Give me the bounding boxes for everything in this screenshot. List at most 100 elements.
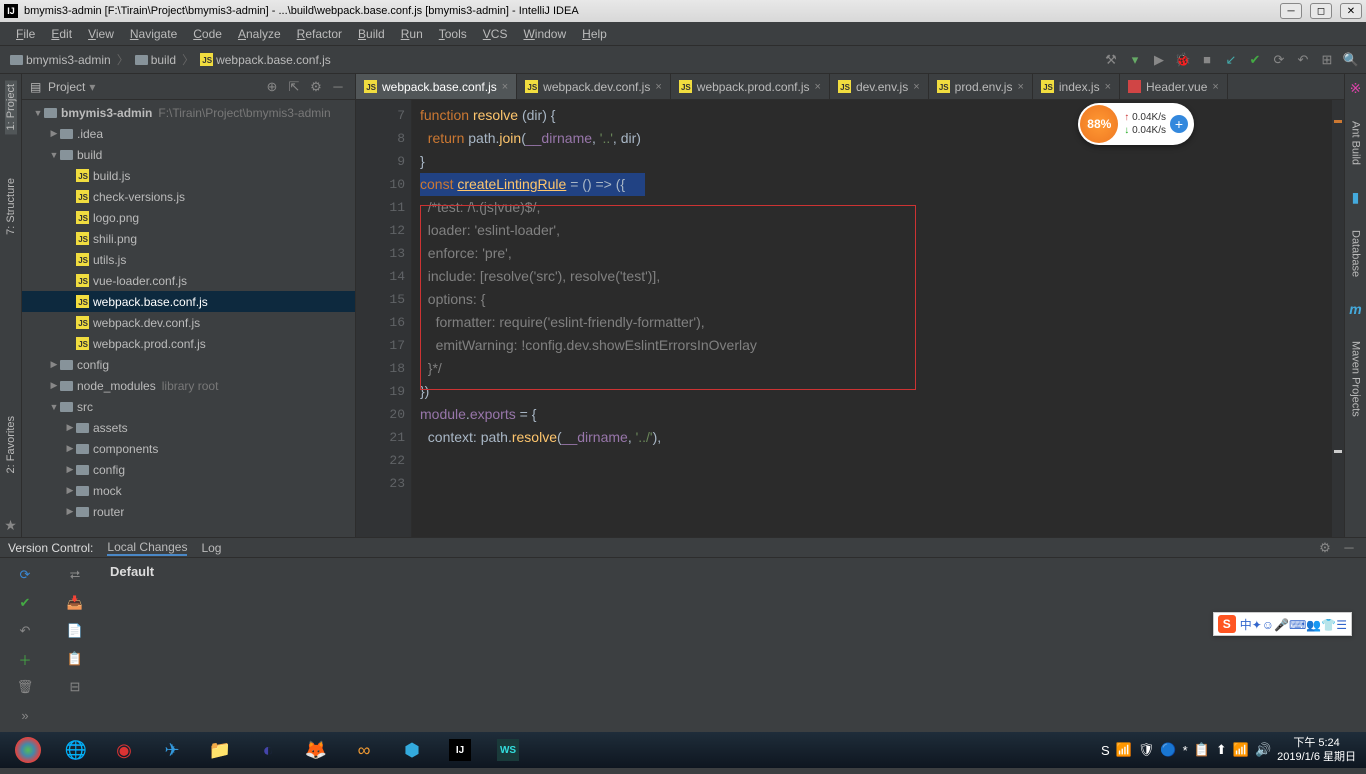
- build-icon[interactable]: ⚒: [1102, 51, 1120, 69]
- tray-icon[interactable]: S: [1101, 743, 1110, 758]
- refresh-icon[interactable]: ⟳: [16, 566, 34, 584]
- diff-icon[interactable]: ⮂: [66, 566, 84, 584]
- menu-run[interactable]: Run: [393, 27, 431, 41]
- tree-item[interactable]: JSlogo.png: [22, 207, 355, 228]
- tree-item[interactable]: JSvue-loader.conf.js: [22, 270, 355, 291]
- tray-icon[interactable]: 📶: [1116, 742, 1132, 758]
- code-line[interactable]: }*/: [420, 357, 1336, 380]
- structure-icon[interactable]: ⊞: [1318, 51, 1336, 69]
- maximize-button[interactable]: ◻: [1310, 3, 1332, 19]
- breadcrumb-item[interactable]: build: [131, 53, 180, 67]
- minimize-button[interactable]: ─: [1280, 3, 1302, 19]
- close-button[interactable]: ✕: [1340, 3, 1362, 19]
- dropdown-icon[interactable]: ▾: [89, 80, 95, 94]
- tree-arrow-icon[interactable]: ▶: [64, 422, 76, 433]
- tree-item[interactable]: ▶router: [22, 501, 355, 522]
- ime-option[interactable]: 中: [1240, 618, 1252, 632]
- code-line[interactable]: function resolve (dir) {: [420, 104, 1336, 127]
- code-line[interactable]: enforce: 'pre',: [420, 242, 1336, 265]
- editor-tab[interactable]: Header.vue×: [1120, 74, 1228, 99]
- tree-item[interactable]: ▶config: [22, 459, 355, 480]
- project-tree[interactable]: ▼bmymis3-adminF:\Tirain\Project\bmymis3-…: [22, 100, 355, 537]
- commit-icon[interactable]: ✔: [16, 594, 34, 612]
- tree-arrow-icon[interactable]: ▼: [48, 402, 60, 412]
- tree-arrow-icon[interactable]: ▼: [48, 150, 60, 160]
- right-tab-ant[interactable]: Ant Build: [1350, 117, 1362, 169]
- hide-icon[interactable]: ─: [1340, 539, 1358, 557]
- tree-item[interactable]: JSbuild.js: [22, 165, 355, 186]
- tree-item[interactable]: JSshili.png: [22, 228, 355, 249]
- code-area[interactable]: 7891011121314151617181920212223 function…: [356, 100, 1344, 537]
- menu-file[interactable]: File: [8, 27, 43, 41]
- left-tab-structure[interactable]: 7: Structure: [5, 174, 17, 239]
- close-tab-icon[interactable]: ×: [815, 81, 821, 93]
- menu-refactor[interactable]: Refactor: [289, 27, 350, 41]
- code-line[interactable]: const createLintingRule = () => ({: [420, 173, 1336, 196]
- left-tab-project[interactable]: 1: Project: [5, 80, 17, 134]
- vcs-tab-local-changes[interactable]: Local Changes: [107, 540, 187, 556]
- tray-icon[interactable]: 🔵: [1160, 742, 1176, 758]
- ime-option[interactable]: ☺: [1262, 618, 1274, 632]
- gear-icon[interactable]: ⚙: [1316, 539, 1334, 557]
- tree-item[interactable]: ▶mock: [22, 480, 355, 501]
- code-line[interactable]: options: {: [420, 288, 1336, 311]
- breadcrumb-item[interactable]: JSwebpack.base.conf.js: [196, 53, 335, 67]
- code-content[interactable]: function resolve (dir) { return path.joi…: [412, 100, 1344, 537]
- tray-icon[interactable]: ⬆: [1216, 742, 1227, 758]
- group-icon[interactable]: ⊟: [66, 678, 84, 696]
- menu-code[interactable]: Code: [185, 27, 230, 41]
- menu-navigate[interactable]: Navigate: [122, 27, 185, 41]
- debug-icon[interactable]: 🐞: [1174, 51, 1192, 69]
- menu-vcs[interactable]: VCS: [475, 27, 516, 41]
- performance-badge[interactable]: 88% 0.04K/s 0.04K/s +: [1078, 103, 1194, 145]
- close-tab-icon[interactable]: ×: [1105, 81, 1111, 93]
- vcs-update-icon[interactable]: ↙: [1222, 51, 1240, 69]
- close-tab-icon[interactable]: ×: [913, 81, 919, 93]
- changelist-icon[interactable]: 📄: [66, 622, 84, 640]
- stop-icon[interactable]: ■: [1198, 51, 1216, 69]
- taskbar-app-honeycomb[interactable]: ⬢: [390, 735, 434, 765]
- code-line[interactable]: module.exports = {: [420, 403, 1336, 426]
- copy-icon[interactable]: 📋: [66, 650, 84, 668]
- editor-tab[interactable]: JSwebpack.base.conf.js×: [356, 74, 517, 99]
- taskbar-app-netease[interactable]: ◉: [102, 735, 146, 765]
- tree-item[interactable]: JSwebpack.dev.conf.js: [22, 312, 355, 333]
- tree-item[interactable]: JScheck-versions.js: [22, 186, 355, 207]
- menu-edit[interactable]: Edit: [43, 27, 80, 41]
- taskbar-app-eclipse[interactable]: ◐: [246, 735, 290, 765]
- tray-icon[interactable]: *: [1183, 743, 1188, 758]
- close-tab-icon[interactable]: ×: [502, 81, 508, 93]
- taskbar-app-explorer[interactable]: 📁: [198, 735, 242, 765]
- editor-tab[interactable]: JSindex.js×: [1033, 74, 1120, 99]
- collapse-all-icon[interactable]: ⇱: [285, 78, 303, 96]
- taskbar-clock[interactable]: 下午 5:242019/1/6 星期日: [1277, 736, 1356, 765]
- default-changelist[interactable]: Default: [110, 564, 1356, 579]
- taskbar-app-webstorm[interactable]: WS: [486, 735, 530, 765]
- right-tab-maven[interactable]: Maven Projects: [1350, 337, 1362, 421]
- tree-arrow-icon[interactable]: ▶: [64, 485, 76, 496]
- left-tab-favorites[interactable]: 2: Favorites: [5, 412, 17, 477]
- close-tab-icon[interactable]: ×: [1212, 81, 1218, 93]
- menu-analyze[interactable]: Analyze: [230, 27, 289, 41]
- ime-option[interactable]: ⌨: [1289, 618, 1306, 632]
- delete-icon[interactable]: 🗑: [16, 678, 34, 696]
- search-icon[interactable]: 🔍: [1342, 51, 1360, 69]
- scroll-from-source-icon[interactable]: ⊕: [263, 78, 281, 96]
- tree-arrow-icon[interactable]: ▶: [64, 443, 76, 454]
- close-tab-icon[interactable]: ×: [655, 81, 661, 93]
- tray-icon[interactable]: 🛡: [1138, 742, 1155, 758]
- menu-view[interactable]: View: [80, 27, 122, 41]
- add-icon[interactable]: ＋: [16, 650, 34, 668]
- gear-icon[interactable]: ⚙: [307, 78, 325, 96]
- code-line[interactable]: emitWarning: !config.dev.showEslintError…: [420, 334, 1336, 357]
- menu-build[interactable]: Build: [350, 27, 393, 41]
- tree-item[interactable]: ▼src: [22, 396, 355, 417]
- tree-item[interactable]: ▶assets: [22, 417, 355, 438]
- code-line[interactable]: formatter: require('eslint-friendly-form…: [420, 311, 1336, 334]
- vcs-history-icon[interactable]: ⟳: [1270, 51, 1288, 69]
- more-icon[interactable]: »: [16, 706, 34, 724]
- tree-item[interactable]: ▼bmymis3-adminF:\Tirain\Project\bmymis3-…: [22, 102, 355, 123]
- revert-icon[interactable]: ↶: [16, 622, 34, 640]
- taskbar-app-intellij[interactable]: IJ: [438, 735, 482, 765]
- start-button[interactable]: [6, 735, 50, 765]
